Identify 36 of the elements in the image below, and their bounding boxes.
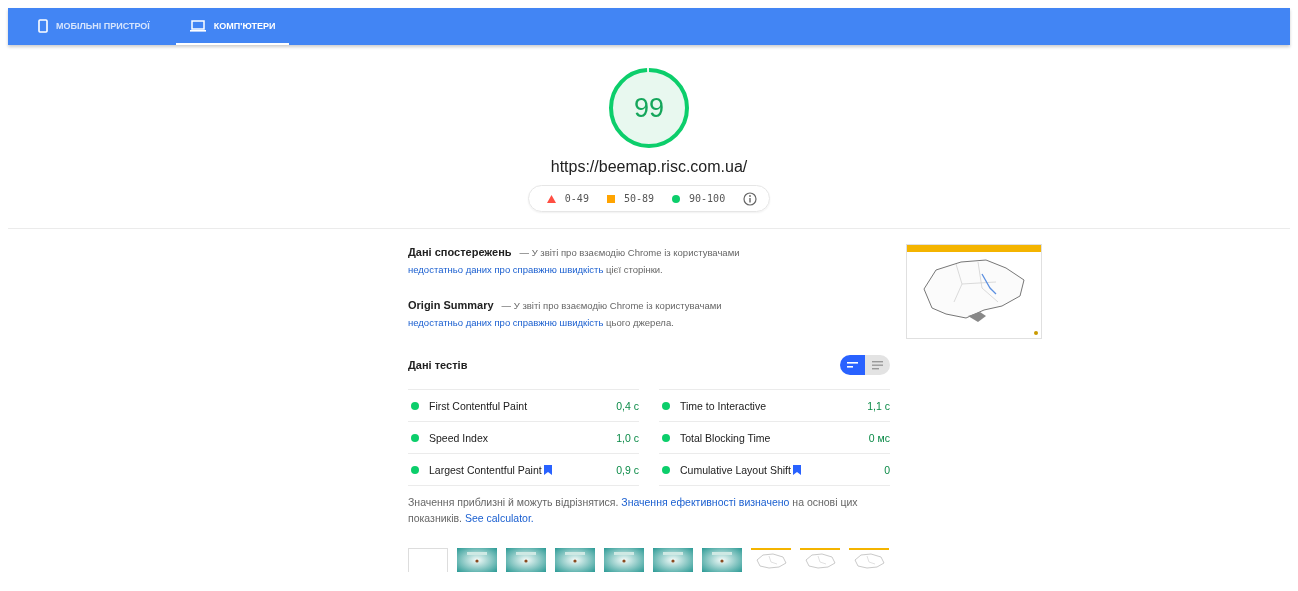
metric-value: 0 <box>884 463 890 476</box>
field-data-message: Origin Summary — У звіті про взаємодію Chrome із користувачами недостатньо даних про справжню швидкість цього джерела. <box>408 298 723 330</box>
triangle-icon <box>546 194 556 203</box>
calculator-link[interactable]: See calculator. <box>464 512 534 524</box>
device-tab[interactable]: КОМП'ЮТЕРИ <box>175 8 290 45</box>
metric-name: Cumulative Layout Shift <box>680 463 791 476</box>
legend-range: 90-100 <box>689 193 726 204</box>
field-data-link[interactable]: недостатньо даних про справжню швидкість <box>408 264 604 275</box>
metric-value: 0,9 с <box>616 463 639 476</box>
list-lines-icon <box>872 360 883 370</box>
legend-range: 50-89 <box>623 193 655 204</box>
page-url: https://beemap.risc.com.ua/ <box>550 158 748 176</box>
compact-lines-icon <box>847 361 858 369</box>
phone-icon <box>38 18 48 33</box>
metric-name: First Contentful Paint <box>429 399 528 412</box>
metric-value: 1,0 с <box>616 431 639 444</box>
list-view-button[interactable] <box>865 355 890 375</box>
note-link[interactable]: Значення ефективності визначено <box>621 496 790 508</box>
metric-value: 0,4 с <box>616 399 639 412</box>
metric-name: Time to Interactive <box>680 399 766 412</box>
laptop-icon <box>189 19 206 32</box>
field-data-link[interactable]: недостатньо даних про справжню швидкість <box>408 317 604 328</box>
score-value: 99 <box>634 94 664 122</box>
info-icon[interactable] <box>743 191 758 206</box>
metrics-note: Значення приблизні й можуть відрізнятися. Значення ефективності визначено на основі цих показників. See calculator. <box>408 495 859 526</box>
dot-icon <box>672 194 681 203</box>
metric-value: 0 мс <box>868 431 890 444</box>
metric-name: Largest Contentful Paint <box>429 463 542 476</box>
metric-value: 1,1 с <box>867 399 890 412</box>
metric-name: Speed Index <box>429 431 488 444</box>
compact-view-button[interactable] <box>840 355 865 375</box>
legend-range: 0-49 <box>564 193 589 204</box>
square-icon <box>606 194 615 203</box>
section-title: Дані тестів <box>408 359 468 371</box>
field-data-message: Дані спостережень — У звіті про взаємодію Chrome із користувачами недостатньо даних про справжню швидкість цієї сторінки. <box>408 245 741 277</box>
metric-name: Total Blocking Time <box>680 431 771 444</box>
